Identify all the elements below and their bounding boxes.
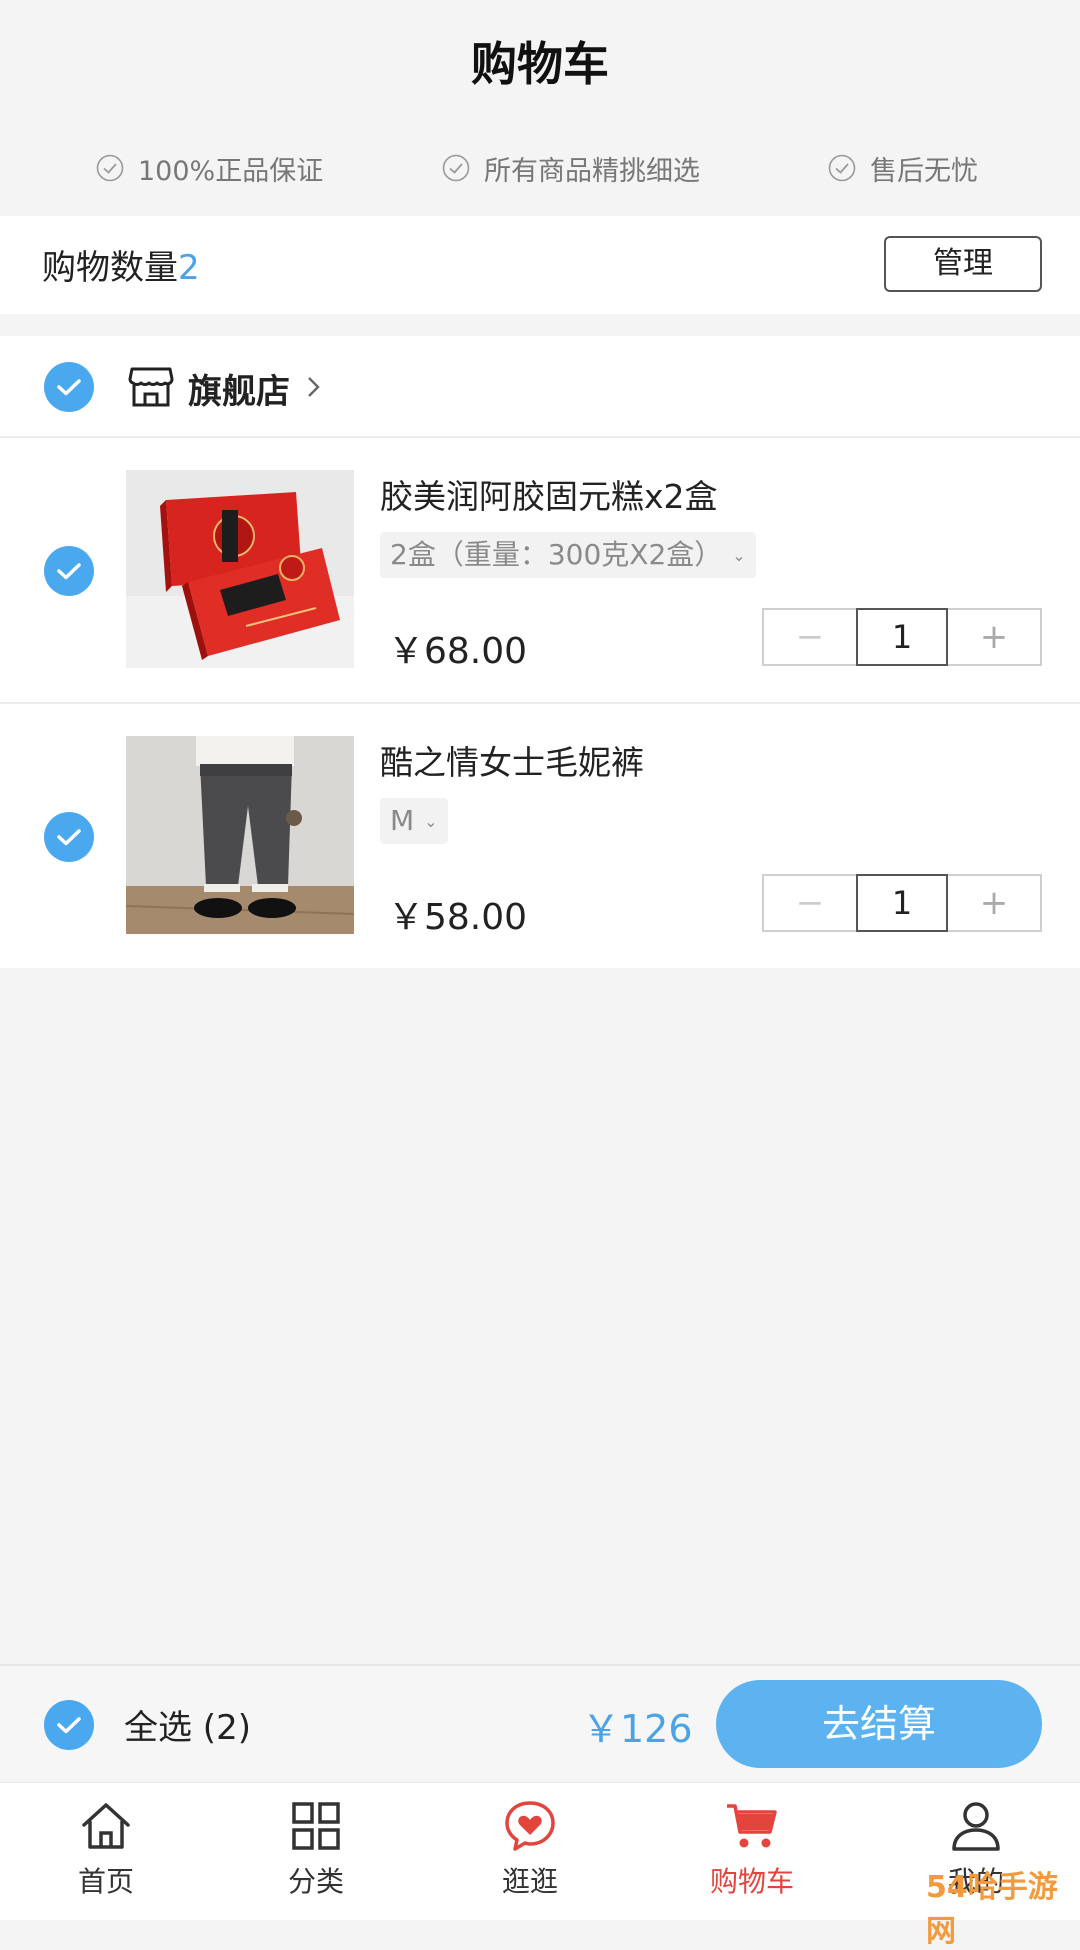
tab-label: 购物车 (709, 1865, 794, 1898)
total-price: ￥126 (582, 1707, 693, 1751)
select-all-checkbox[interactable] (44, 1700, 94, 1750)
tab-label: 首页 (77, 1865, 134, 1898)
grid-icon (292, 1802, 340, 1850)
store-name-link[interactable]: 旗舰店 (188, 364, 290, 413)
variant-selector[interactable]: M ⌄ (380, 798, 448, 844)
checkout-button[interactable]: 去结算 (716, 1680, 1042, 1768)
heart-bubble-icon (505, 1801, 555, 1851)
store-checkbox[interactable] (44, 362, 94, 412)
increment-button[interactable]: + (948, 876, 1040, 930)
item-checkbox[interactable] (44, 812, 94, 862)
product-name[interactable]: 酷之情女士毛妮裤 (380, 736, 644, 784)
gift-box-image (126, 470, 354, 668)
check-circle-icon (828, 154, 856, 182)
quantity-stepper: − 1 + (762, 608, 1042, 666)
chevron-right-icon[interactable] (304, 370, 324, 404)
home-icon (82, 1803, 130, 1849)
tab-category[interactable]: 分类 (246, 1798, 386, 1900)
guarantee-aftersales: 售后无忧 (828, 148, 978, 188)
check-icon (57, 1717, 81, 1734)
watermark-logo: 54哈手游网 (926, 1870, 1058, 1949)
divider (0, 702, 1080, 704)
chevron-down-icon: ⌄ (732, 546, 746, 565)
cart-count: 购物数量2 (42, 240, 200, 289)
product-name[interactable]: 胶美润阿胶固元糕x2盒 (380, 470, 718, 518)
guarantee-label: 所有商品精挑细选 (484, 155, 700, 187)
manage-button[interactable]: 管理 (884, 236, 1042, 292)
check-icon (57, 563, 81, 580)
item-checkbox[interactable] (44, 546, 94, 596)
decrement-button[interactable]: − (764, 876, 856, 930)
chevron-down-icon: ⌄ (424, 812, 438, 831)
product-price: ￥68.00 (388, 631, 528, 672)
cart-icon (727, 1804, 777, 1848)
quantity-input[interactable]: 1 (856, 608, 948, 666)
decrement-button[interactable]: − (764, 610, 856, 664)
tab-label: 逛逛 (501, 1865, 558, 1898)
tab-label: 分类 (287, 1865, 344, 1898)
tab-home[interactable]: 首页 (36, 1798, 176, 1900)
quantity-stepper: − 1 + (762, 874, 1042, 932)
page-title: 购物车 (471, 37, 609, 91)
variant-label: 2盒（重量：300克X2盒） (390, 538, 723, 571)
guarantee-authentic: 100%正品保证 (96, 148, 323, 188)
tab-explore[interactable]: 逛逛 (460, 1798, 600, 1900)
tab-cart[interactable]: 购物车 (682, 1798, 822, 1900)
product-price: ￥58.00 (388, 897, 528, 938)
cart-count-value: 2 (178, 248, 200, 288)
increment-button[interactable]: + (948, 610, 1040, 664)
guarantee-label: 100%正品保证 (138, 155, 324, 187)
variant-label: M (390, 804, 415, 837)
quantity-input[interactable]: 1 (856, 874, 948, 932)
trousers-image (126, 736, 354, 934)
variant-selector[interactable]: 2盒（重量：300克X2盒） ⌄ (380, 532, 756, 578)
check-circle-icon (96, 154, 124, 182)
store-icon (128, 367, 174, 407)
guarantee-label: 售后无忧 (870, 155, 978, 187)
guarantee-selected: 所有商品精挑细选 (442, 148, 700, 188)
cart-count-label: 购物数量 (42, 248, 178, 288)
check-icon (57, 829, 81, 846)
select-all-label[interactable]: 全选 (2) (124, 1700, 251, 1749)
product-image[interactable] (126, 736, 354, 934)
check-circle-icon (442, 154, 470, 182)
divider (0, 436, 1080, 438)
user-icon (952, 1802, 1000, 1851)
product-image[interactable] (126, 470, 354, 668)
check-icon (57, 379, 81, 396)
